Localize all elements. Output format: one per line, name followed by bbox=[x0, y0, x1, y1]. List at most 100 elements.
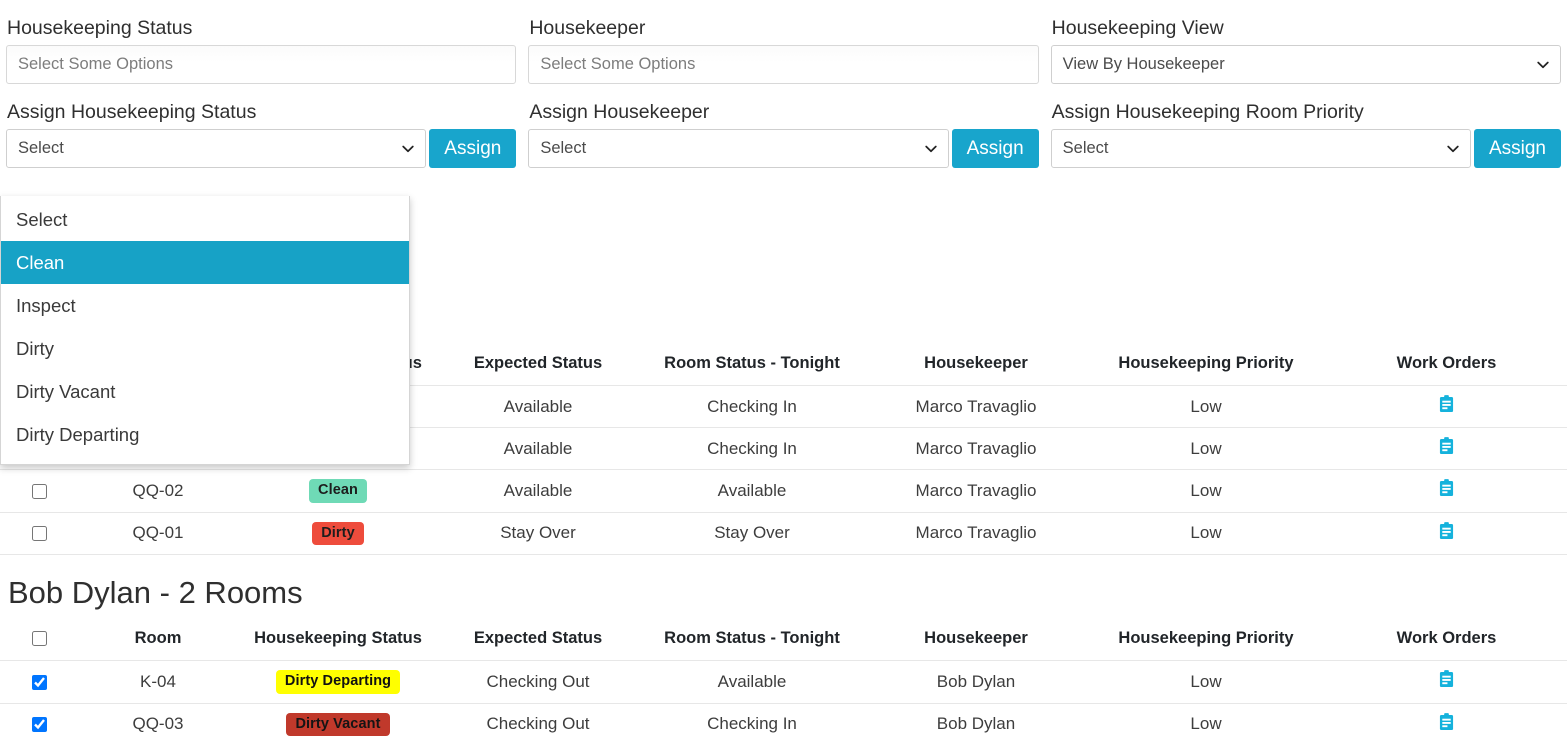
cell-room-status-tonight: Checking In bbox=[638, 385, 866, 428]
cell-room-status-tonight: Checking In bbox=[638, 427, 866, 470]
col-housekeeper: Housekeeper bbox=[924, 354, 1028, 372]
col-room-status-tonight: Room Status - Tonight bbox=[664, 354, 840, 372]
col-expected-status: Expected Status bbox=[473, 354, 603, 372]
filter-housekeeping-view: Housekeeping View View By Housekeeper bbox=[1045, 0, 1567, 84]
cell-work-orders bbox=[1326, 427, 1567, 470]
housekeeper-placeholder: Select Some Options bbox=[540, 55, 696, 73]
cell-room-status-tonight: Stay Over bbox=[638, 511, 866, 555]
housekeeping-view-value: View By Housekeeper bbox=[1062, 55, 1225, 73]
housekeeping-table-2: Room Housekeeping Status Expected Status… bbox=[0, 620, 1567, 744]
cell-housekeeping-priority: Low bbox=[1086, 511, 1326, 555]
col-expected-status: Expected Status bbox=[473, 629, 603, 648]
filters-row-1: Housekeeping Status Select Some Options … bbox=[0, 0, 1567, 84]
housekeeping-view-select[interactable]: View By Housekeeper bbox=[1050, 45, 1561, 84]
cell-expected-status: Available bbox=[438, 469, 638, 512]
dropdown-option-dirty-departing[interactable]: Dirty Departing bbox=[1, 413, 409, 456]
clipboard-icon[interactable] bbox=[1439, 712, 1454, 731]
col-room: Room bbox=[134, 629, 182, 648]
cell-housekeeping-status: Dirty Departing bbox=[238, 660, 438, 704]
assign-housekeeper-button[interactable]: Assign bbox=[951, 129, 1039, 168]
housekeeping-view-label: Housekeeping View bbox=[1051, 17, 1224, 39]
chevron-down-icon bbox=[1446, 142, 1460, 156]
status-badge: Dirty bbox=[312, 521, 364, 545]
col-work-orders: Work Orders bbox=[1396, 629, 1497, 648]
col-room-status-tonight: Room Status - Tonight bbox=[664, 629, 840, 648]
cell-housekeeping-status: Dirty bbox=[238, 511, 438, 555]
chevron-down-icon bbox=[924, 142, 938, 156]
cell-housekeeper: Marco Travaglio bbox=[866, 469, 1086, 512]
housekeeping-page: Housekeeping Status Select Some Options … bbox=[0, 0, 1567, 744]
dropdown-option-select[interactable]: Select bbox=[1, 198, 409, 241]
row-select-cell bbox=[0, 660, 78, 704]
assign-priority-group: Assign Housekeeping Room Priority Select… bbox=[1045, 84, 1567, 168]
assign-housekeeper-group: Assign Housekeeper Select Assign bbox=[522, 84, 1044, 168]
cell-housekeeper: Marco Travaglio bbox=[866, 511, 1086, 555]
cell-work-orders bbox=[1326, 469, 1567, 512]
cell-housekeeping-status: Clean bbox=[238, 469, 438, 512]
filters-row-2: Assign Housekeeping Status Select Assign… bbox=[0, 84, 1567, 168]
clipboard-icon[interactable] bbox=[1439, 670, 1454, 688]
assign-status-dropdown-menu[interactable]: Select Clean Inspect Dirty Dirty Vacant Dirty… bbox=[0, 196, 410, 465]
cell-room-status-tonight: Checking In bbox=[638, 702, 866, 744]
status-badge: Dirty Departing bbox=[275, 670, 401, 694]
assign-housekeeper-selectwrap: Select Assign bbox=[528, 129, 1039, 168]
dropdown-option-clean[interactable]: Clean bbox=[1, 241, 409, 284]
assign-status-label: Assign Housekeeping Status bbox=[7, 101, 257, 123]
assign-status-value: Select bbox=[18, 139, 64, 157]
cell-housekeeping-priority: Low bbox=[1086, 427, 1326, 470]
cell-room: K-04 bbox=[78, 660, 238, 704]
dropdown-option-dirty-vacant[interactable]: Dirty Vacant bbox=[1, 370, 409, 413]
cell-housekeeping-priority: Low bbox=[1086, 385, 1326, 428]
dropdown-option-inspect[interactable]: Inspect bbox=[1, 284, 409, 327]
row-checkbox[interactable] bbox=[31, 674, 47, 690]
cell-room: QQ-03 bbox=[78, 702, 238, 744]
assign-priority-selectwrap: Select Assign bbox=[1050, 129, 1561, 168]
col-housekeeping-status: Housekeeping Status bbox=[254, 629, 422, 648]
col-housekeeping-priority: Housekeeping Priority bbox=[1118, 354, 1294, 372]
cell-expected-status: Available bbox=[438, 427, 638, 470]
chevron-down-icon bbox=[1536, 58, 1550, 72]
assign-priority-label: Assign Housekeeping Room Priority bbox=[1051, 101, 1364, 123]
cell-housekeeper: Bob Dylan bbox=[866, 660, 1086, 704]
table-row: K-04 Dirty Departing Checking Out Available… bbox=[0, 660, 1567, 704]
dropdown-option-dirty[interactable]: Dirty bbox=[1, 327, 409, 370]
housekeeping-status-multiselect[interactable]: Select Some Options bbox=[6, 45, 517, 84]
clipboard-icon[interactable] bbox=[1439, 437, 1454, 455]
cell-housekeeper: Marco Travaglio bbox=[866, 385, 1086, 428]
filters-panel: Housekeeping Status Select Some Options … bbox=[0, 0, 1567, 168]
housekeeper-multiselect[interactable]: Select Some Options bbox=[528, 45, 1039, 84]
select-all-checkbox[interactable] bbox=[31, 631, 47, 647]
row-select-cell bbox=[0, 511, 78, 555]
table-row: QQ-01 Dirty Stay Over Stay Over Marco Travag… bbox=[0, 511, 1567, 555]
assign-status-selectwrap: Select Assign bbox=[6, 129, 517, 168]
housekeeper-label: Housekeeper bbox=[529, 17, 646, 39]
assign-status-group: Assign Housekeeping Status Select Assign bbox=[0, 84, 522, 168]
cell-expected-status: Checking Out bbox=[438, 702, 638, 744]
cell-expected-status: Stay Over bbox=[438, 511, 638, 555]
assign-status-button[interactable]: Assign bbox=[429, 129, 517, 168]
assign-status-select[interactable]: Select bbox=[6, 129, 427, 168]
clipboard-icon[interactable] bbox=[1439, 395, 1454, 413]
col-work-orders: Work Orders bbox=[1396, 354, 1497, 372]
table-row: QQ-02 Clean Available Available Marco Travag… bbox=[0, 469, 1567, 512]
cell-room: QQ-01 bbox=[78, 511, 238, 555]
cell-housekeeper: Marco Travaglio bbox=[866, 427, 1086, 470]
cell-work-orders bbox=[1326, 385, 1567, 428]
cell-housekeeping-priority: Low bbox=[1086, 660, 1326, 704]
row-checkbox[interactable] bbox=[31, 717, 47, 733]
cell-housekeeper: Bob Dylan bbox=[866, 702, 1086, 744]
assign-priority-select[interactable]: Select bbox=[1050, 129, 1471, 168]
cell-room-status-tonight: Available bbox=[638, 660, 866, 704]
assign-priority-button[interactable]: Assign bbox=[1473, 129, 1561, 168]
clipboard-icon[interactable] bbox=[1439, 479, 1454, 497]
cell-expected-status: Checking Out bbox=[438, 660, 638, 704]
table-row: QQ-03 Dirty Vacant Checking Out Checking In… bbox=[0, 702, 1567, 744]
row-checkbox[interactable] bbox=[31, 483, 47, 499]
assign-housekeeper-select[interactable]: Select bbox=[528, 129, 949, 168]
clipboard-icon[interactable] bbox=[1439, 521, 1454, 540]
row-checkbox[interactable] bbox=[31, 526, 47, 542]
status-badge: Clean bbox=[309, 479, 367, 503]
row-select-cell bbox=[0, 702, 78, 744]
col-housekeeping-priority: Housekeeping Priority bbox=[1118, 629, 1294, 648]
status-badge: Dirty Vacant bbox=[286, 712, 390, 737]
